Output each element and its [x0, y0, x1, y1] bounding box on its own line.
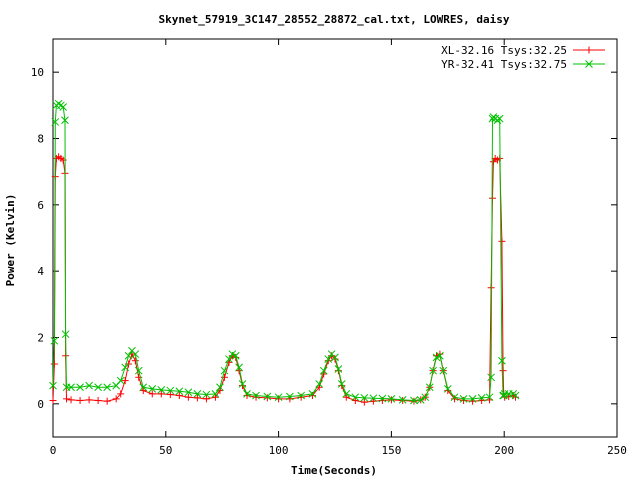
x-tick-label: 200 [494, 444, 514, 457]
x-tick-label: 50 [159, 444, 172, 457]
data-point [498, 237, 506, 245]
x-tick-label: 150 [381, 444, 401, 457]
x-tick-label: 100 [269, 444, 289, 457]
data-point [131, 357, 139, 365]
data-point [49, 397, 57, 405]
data-point [585, 46, 593, 54]
y-tick-label: 2 [37, 332, 44, 345]
x-tick-label: 250 [607, 444, 627, 457]
data-point [103, 397, 111, 405]
x-axis-label: Time(Seconds) [291, 464, 377, 477]
series-2 [49, 99, 520, 405]
x-tick-label: 0 [50, 444, 57, 457]
data-point [85, 396, 93, 404]
data-point [193, 394, 201, 402]
data-point [157, 390, 165, 398]
y-axis-label: Power (Kelvin) [4, 194, 17, 287]
y-tick-label: 0 [37, 398, 44, 411]
data-point [499, 367, 507, 375]
series-line [52, 103, 516, 402]
data-point [166, 391, 174, 399]
data-point [76, 397, 84, 405]
data-point [134, 366, 143, 375]
legend: XL-32.16 Tsys:32.25YR-32.41 Tsys:32.75 [441, 44, 605, 71]
y-tick-label: 4 [37, 265, 44, 278]
y-tick-label: 10 [31, 66, 44, 79]
data-point [67, 396, 75, 404]
series-layer [49, 99, 520, 406]
y-tick-label: 8 [37, 133, 44, 146]
data-point [351, 397, 359, 405]
series-1 [49, 153, 519, 406]
chart: Skynet_57919_3C147_28552_28872_cal.txt, … [4, 13, 627, 477]
data-point [387, 396, 395, 404]
data-point [63, 395, 71, 403]
data-point [50, 360, 58, 368]
legend-label: XL-32.16 Tsys:32.25 [441, 44, 567, 57]
series-line [52, 156, 516, 403]
data-point [94, 397, 102, 405]
legend-label: YR-32.41 Tsys:32.75 [441, 58, 567, 71]
chart-title: Skynet_57919_3C147_28552_28872_cal.txt, … [159, 13, 510, 26]
data-point [211, 393, 219, 401]
data-point [263, 394, 271, 402]
data-point [275, 395, 283, 403]
y-tick-label: 6 [37, 199, 44, 212]
